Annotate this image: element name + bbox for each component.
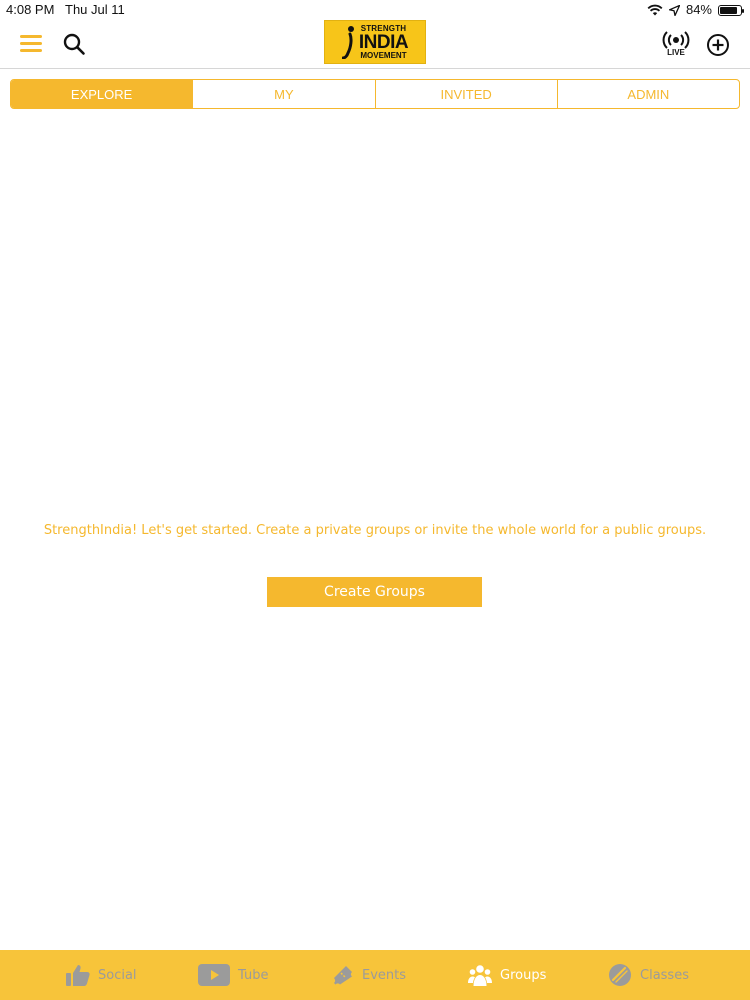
search-icon[interactable] [62,32,86,56]
location-arrow-icon [668,4,680,16]
nav-item-groups[interactable]: Groups [468,950,546,1000]
status-date: Thu Jul 11 [65,2,125,17]
nav-item-social[interactable]: Social [66,950,137,1000]
hamburger-menu-icon[interactable] [20,35,42,53]
nav-label-groups: Groups [500,967,547,983]
play-video-icon [198,964,230,986]
status-time: 4:08 PM [6,2,55,17]
tab-explore[interactable]: EXPLORE [11,80,193,108]
tab-invited[interactable]: INVITED [374,80,557,108]
live-broadcast-icon [662,31,690,49]
battery-fill [720,6,737,14]
logo-line-2: INDIA [358,31,409,53]
status-indicators: 84% [647,0,744,20]
logo-text: STRENGTH INDIA MOVEMENT [358,24,409,60]
nav-item-events[interactable]: Events [332,950,406,1000]
nav-item-classes[interactable]: Classes [608,950,689,1000]
status-bar: 4:08 PM Thu Jul 11 84% [0,0,750,20]
empty-state-message: StrengthIndia! Let's get started. Create… [43,523,707,538]
add-circle-icon[interactable] [706,33,730,57]
tab-admin[interactable]: ADMIN [556,80,739,108]
logo-figure-icon [341,26,354,59]
battery-percent: 84% [685,2,712,17]
nav-label-tube: Tube [238,967,269,983]
nav-label-classes: Classes [640,967,689,983]
bottom-nav: Social Tube Events Groups Classes [0,950,750,1000]
ticket-icon [334,966,352,985]
live-label: LIVE [667,48,685,57]
logo-line-3: MOVEMENT [360,50,407,60]
users-group-icon [468,965,492,986]
nav-item-tube[interactable]: Tube [198,950,268,1000]
nav-label-events: Events [362,967,407,983]
create-groups-button[interactable]: Create Groups [267,577,482,607]
wifi-icon [647,4,663,16]
thumbs-up-icon [66,965,90,986]
nav-label-social: Social [98,967,137,983]
battery-icon [718,4,744,16]
live-button[interactable]: LIVE [660,30,692,60]
tab-my[interactable]: MY [192,80,374,108]
group-tabs: EXPLORE MY INVITED ADMIN [10,79,740,109]
classes-icon [609,964,631,986]
app-logo[interactable]: STRENGTH INDIA MOVEMENT [324,20,426,64]
app-header: STRENGTH INDIA MOVEMENT LIVE [0,20,750,69]
